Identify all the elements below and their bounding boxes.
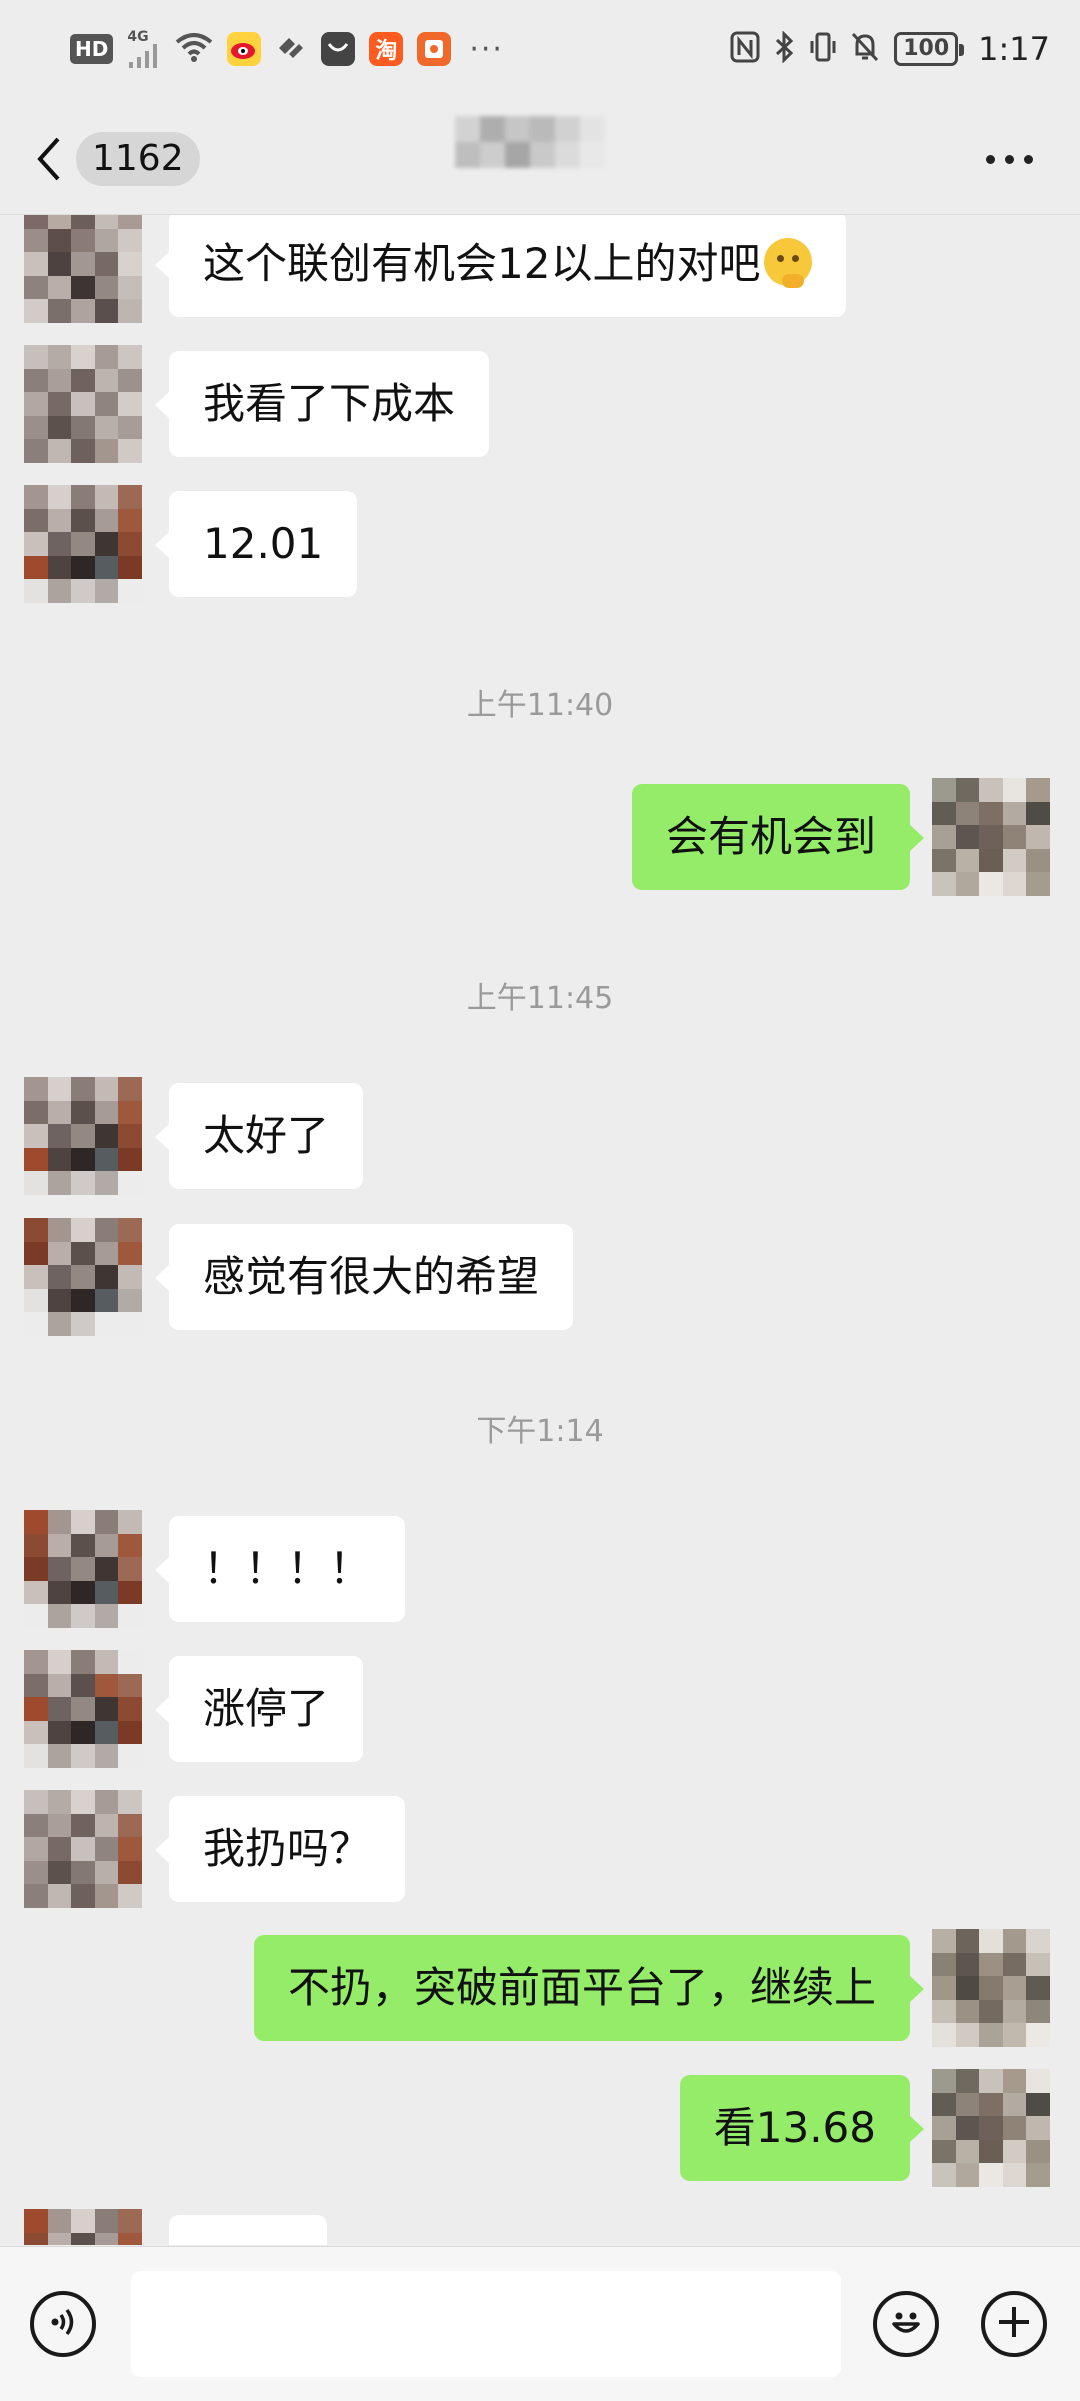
more-notifications-indicator: ··· [469, 31, 504, 67]
my-avatar[interactable] [932, 1929, 1050, 2047]
contact-avatar[interactable] [24, 1077, 142, 1195]
message-text: 这个联创有机会12以上的对吧 [203, 239, 761, 288]
smiley-icon [886, 2302, 926, 2346]
status-clock: 1:17 [978, 30, 1050, 68]
message-timestamp: 下午1:14 [476, 1414, 604, 1449]
dot-icon [1004, 154, 1014, 164]
battery-icon: 100 [894, 32, 965, 66]
contact-avatar[interactable] [24, 215, 142, 323]
voice-input-button[interactable] [30, 2291, 96, 2357]
message-bubble[interactable]: ！！！！ [154, 1516, 406, 1622]
nfc-icon [730, 31, 760, 67]
message-text: 会有机会到 [665, 812, 876, 861]
bluetooth-icon [774, 30, 796, 67]
vibrate-icon [810, 31, 836, 67]
contact-avatar[interactable] [24, 2209, 142, 2245]
unread-count-badge: 1162 [76, 132, 200, 186]
back-button[interactable]: 1162 [36, 126, 200, 192]
contact-avatar[interactable] [24, 1218, 142, 1336]
chevron-left-icon [36, 136, 62, 182]
message-text: 不扔，突破前面平台了，继续上 [287, 1963, 876, 2012]
message-text: 我扔吗？ [203, 1824, 372, 1873]
message-bubble[interactable]: 12.01 [154, 491, 358, 597]
network-type: 4G [127, 29, 149, 45]
contact-avatar[interactable] [24, 1790, 142, 1908]
message-text: ！！！！ [203, 1544, 372, 1593]
dot-icon [1023, 154, 1033, 164]
message-text: 感觉有很大的希望 [203, 1252, 540, 1301]
app-dark-icon [321, 32, 356, 66]
app-icon [275, 32, 307, 66]
message-list[interactable]: 这个联创有机会12以上的对吧 我看了下成本 12.01 上午11:40 会有机会… [0, 215, 1080, 2245]
emoji-button[interactable] [873, 2291, 939, 2357]
message-text: 看13.68 [713, 2103, 876, 2152]
message-timestamp: 上午11:45 [466, 981, 614, 1016]
message-input[interactable] [131, 2271, 841, 2377]
message-bubble[interactable]: 太好了 [154, 1083, 364, 1189]
message-text: 12.01 [203, 519, 324, 568]
dot-icon [985, 154, 995, 164]
thinking-face-emoji [764, 238, 813, 288]
weibo-icon [227, 32, 262, 66]
message-text: 涨停了 [203, 1684, 330, 1733]
status-bar-left: HD 4G 淘 ··· [70, 30, 504, 68]
message-bubble[interactable]: 感觉有很大的希望 [154, 1224, 574, 1330]
message-bubble[interactable] [169, 2215, 327, 2245]
message-text: 我看了下成本 [203, 379, 456, 428]
my-avatar[interactable] [932, 778, 1050, 896]
wifi-icon [175, 31, 213, 67]
more-options-button[interactable] [974, 136, 1044, 182]
contact-avatar[interactable] [24, 1510, 142, 1628]
contact-avatar[interactable] [24, 345, 142, 463]
message-text: 太好了 [203, 1111, 330, 1160]
message-bubble[interactable]: 不扔，突破前面平台了，继续上 [253, 1935, 925, 2041]
red-packet-icon [417, 32, 452, 66]
status-bar: HD 4G 淘 ··· 100 1:17 [0, 0, 1080, 104]
message-bubble[interactable]: 我扔吗？ [154, 1796, 406, 1902]
message-bubble[interactable]: 我看了下成本 [154, 351, 490, 457]
contact-avatar[interactable] [24, 485, 142, 603]
my-avatar[interactable] [932, 2069, 1050, 2187]
message-bubble[interactable]: 这个联创有机会12以上的对吧 [154, 215, 847, 317]
mute-bell-icon [850, 31, 880, 67]
more-functions-button[interactable] [981, 2291, 1047, 2357]
status-bar-right: 100 1:17 [730, 30, 1050, 68]
contact-avatar[interactable] [24, 1650, 142, 1768]
signal-icon: 4G [127, 30, 161, 68]
message-bubble[interactable]: 涨停了 [154, 1656, 364, 1762]
message-input-bar [0, 2246, 1080, 2401]
taobao-icon: 淘 [369, 32, 404, 66]
voice-icon [46, 2305, 80, 2343]
chat-title-redacted [455, 116, 605, 168]
message-timestamp: 上午11:40 [466, 688, 614, 723]
plus-icon [996, 2304, 1032, 2344]
message-bubble[interactable]: 会有机会到 [631, 784, 925, 890]
message-bubble[interactable]: 看13.68 [679, 2075, 925, 2181]
hd-icon: HD [70, 34, 114, 64]
